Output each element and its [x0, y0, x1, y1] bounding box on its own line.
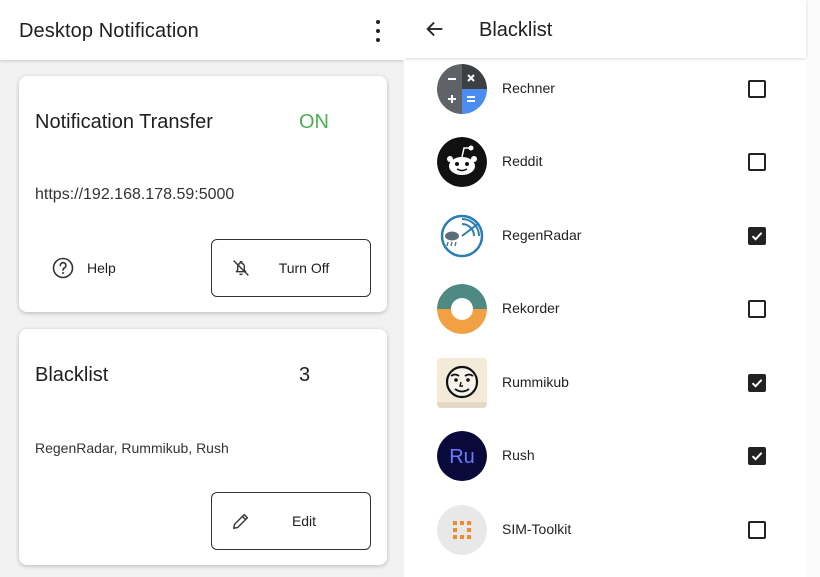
screen-edge: [806, 0, 820, 577]
app-row-rush[interactable]: Ru Rush: [405, 419, 806, 492]
help-button[interactable]: Help: [51, 256, 116, 280]
blacklist-checkbox[interactable]: [748, 374, 766, 392]
rummikub-icon: [437, 358, 487, 408]
app-row-sim-toolkit[interactable]: SIM-Toolkit: [405, 493, 806, 566]
desktop-notification-screen: Desktop Notification Notification Transf…: [0, 0, 404, 577]
app-name: Rechner: [502, 80, 555, 96]
app-row-rechner[interactable]: Rechner: [405, 52, 806, 125]
regenradar-icon: [437, 211, 487, 261]
app-row-rummikub[interactable]: Rummikub: [405, 346, 806, 419]
page-title: Desktop Notification: [19, 20, 199, 42]
app-row-rekorder[interactable]: Rekorder: [405, 272, 806, 345]
checkmark-icon: [751, 379, 763, 388]
app-name: Reddit: [502, 153, 543, 169]
blacklist-count: 3: [299, 364, 311, 386]
page-title: Blacklist: [479, 19, 553, 41]
turn-off-button[interactable]: Turn Off: [211, 239, 371, 297]
sim-toolkit-icon: [437, 505, 487, 555]
blacklist-checkbox[interactable]: [748, 521, 766, 539]
edit-label: Edit: [291, 513, 317, 529]
blacklist-checkbox[interactable]: [748, 300, 766, 318]
help-label: Help: [87, 260, 116, 276]
app-name: Rekorder: [502, 300, 560, 316]
app-name: Rush: [502, 447, 535, 463]
app-row-reddit[interactable]: Reddit: [405, 125, 806, 198]
app-bar: Desktop Notification: [0, 0, 404, 60]
blacklist-checkbox[interactable]: [748, 80, 766, 98]
calculator-icon: [437, 64, 487, 114]
notification-transfer-card: Notification Transfer ON https://192.168…: [19, 76, 387, 312]
blacklist-card: Blacklist 3 RegenRadar, Rummikub, Rush E…: [19, 329, 387, 565]
more-options-icon[interactable]: [370, 20, 386, 42]
help-circle-icon: [52, 257, 74, 279]
app-row-regenradar[interactable]: RegenRadar: [405, 199, 806, 272]
server-url: https://192.168.178.59:5000: [35, 186, 235, 203]
app-name: RegenRadar: [502, 227, 582, 243]
blacklist-card-title: Blacklist: [35, 364, 109, 386]
blacklist-screen: Blacklist Rechner Reddit RegenRadar Reko…: [405, 0, 820, 577]
arrow-left-icon[interactable]: [424, 18, 446, 40]
blacklist-app-names: RegenRadar, Rummikub, Rush: [35, 440, 229, 456]
recorder-icon: [437, 284, 487, 334]
svg-text:Ru: Ru: [449, 446, 475, 468]
blacklist-checkbox[interactable]: [748, 227, 766, 245]
app-name: Rummikub: [502, 374, 569, 390]
checkmark-icon: [751, 232, 763, 241]
edit-blacklist-button[interactable]: Edit: [211, 492, 371, 550]
app-name: SIM-Toolkit: [502, 521, 572, 537]
checkmark-icon: [751, 452, 763, 461]
app-bar: Blacklist: [405, 0, 806, 58]
blacklist-checkbox[interactable]: [748, 447, 766, 465]
blacklist-checkbox[interactable]: [748, 153, 766, 171]
transfer-card-title: Notification Transfer: [35, 111, 213, 133]
reddit-icon: [437, 137, 487, 187]
rush-icon: Ru: [437, 431, 487, 481]
turn-off-label: Turn Off: [278, 260, 330, 276]
transfer-status-value: ON: [299, 111, 329, 133]
